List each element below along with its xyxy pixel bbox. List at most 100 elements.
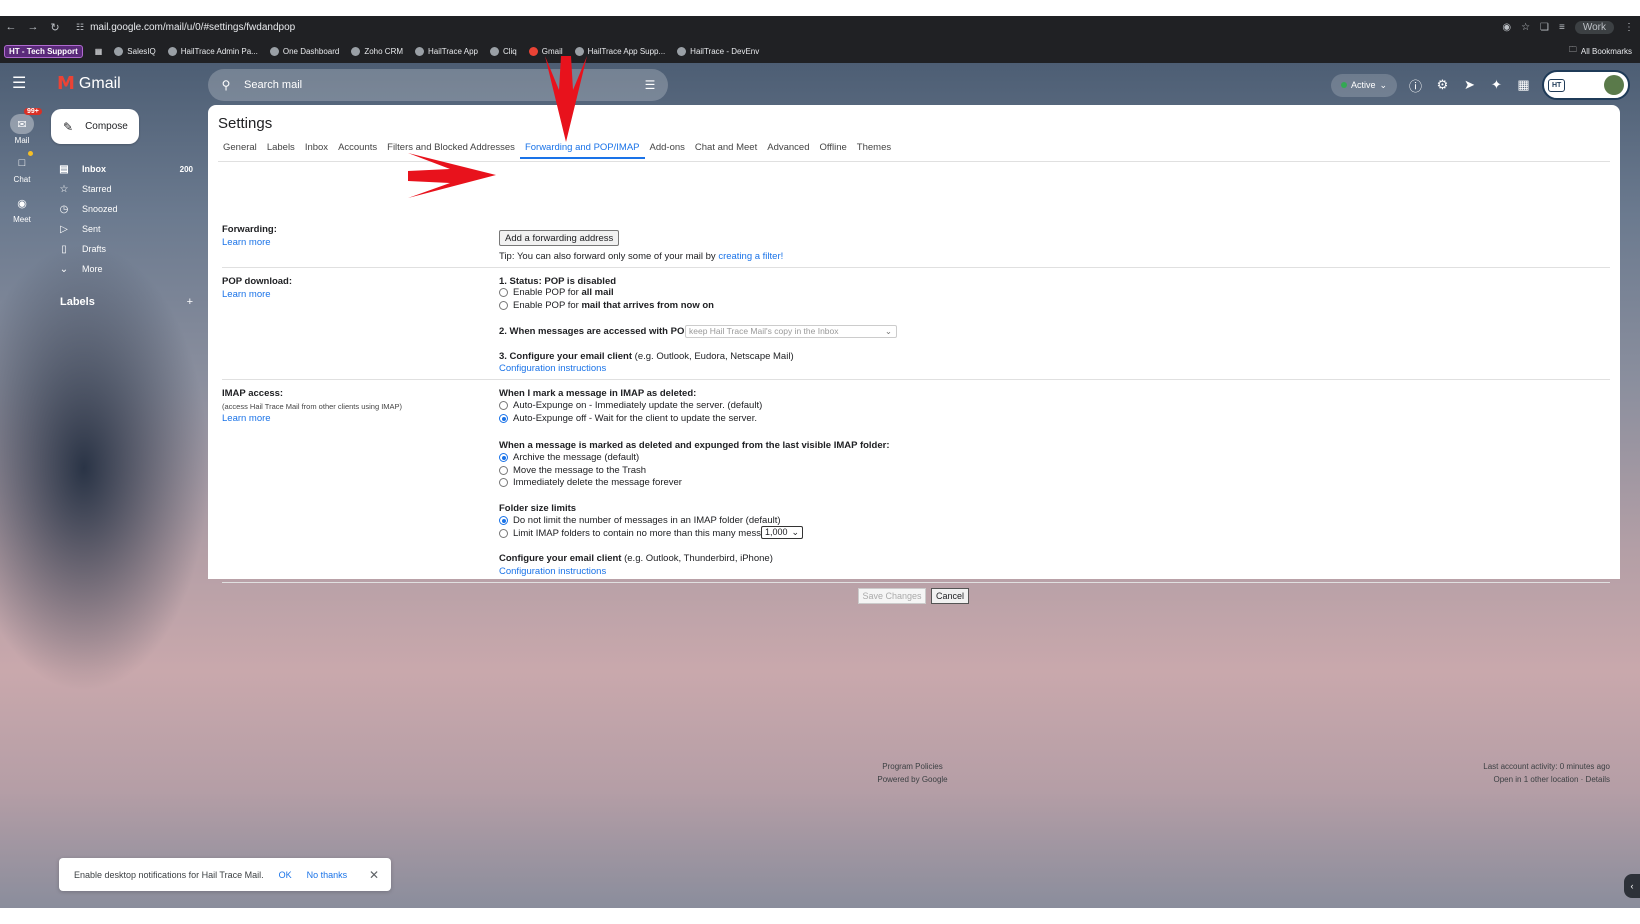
filter-options-icon[interactable]: ☰ (632, 78, 668, 92)
creating-filter-link[interactable]: creating a filter! (718, 251, 783, 262)
powered-by-text: Powered by Google (877, 775, 948, 784)
bookmark-item[interactable]: One Dashboard (269, 46, 339, 56)
bookmark-item[interactable]: SalesIQ (114, 46, 156, 56)
bookmark-favicon-icon (677, 46, 687, 56)
imap-expunged-header: When a message is marked as deleted and … (499, 440, 890, 451)
gear-icon[interactable]: ⚙ (1434, 77, 1451, 93)
cancel-button[interactable]: Cancel (931, 588, 969, 604)
tab-inbox[interactable]: Inbox (300, 139, 333, 159)
add-label-icon[interactable]: + (187, 296, 193, 308)
organization-logo: HT (1548, 78, 1566, 92)
browser-menu-icon[interactable]: ⋮ (1624, 22, 1634, 33)
apps-grid-icon[interactable]: ▦ (1515, 77, 1532, 93)
pop-all-mail-radio[interactable]: Enable POP for all mail (499, 287, 614, 298)
forwarding-tip: Tip: You can also forward only some of y… (499, 251, 784, 262)
imap-learn-more-link[interactable]: Learn more (222, 413, 271, 424)
sidebar-item-sent[interactable]: ▷ Sent (58, 220, 193, 238)
video-icon: ◉ (17, 197, 27, 210)
bottom-margin (0, 908, 1640, 924)
close-icon[interactable]: ✕ (369, 868, 379, 882)
sidebar-item-snoozed[interactable]: ◷ Snoozed (58, 200, 193, 218)
notification-no-thanks-button[interactable]: No thanks (307, 870, 348, 880)
imap-label: IMAP access: (222, 388, 284, 399)
forward-icon[interactable]: → (22, 16, 44, 38)
bookmark-item[interactable]: HT - Tech Support (4, 44, 83, 58)
activity-details-link[interactable]: Open in 1 other location · Details (1483, 773, 1610, 786)
gemini-nav-icon[interactable]: ➤ (1461, 77, 1478, 93)
tab-offline[interactable]: Offline (815, 139, 852, 159)
imap-config-instructions-link[interactable]: Configuration instructions (499, 566, 606, 577)
bookmark-item[interactable]: Zoho CRM (351, 46, 403, 56)
top-margin (0, 0, 1640, 16)
folder-icon: 🗀 (1568, 45, 1577, 54)
bookmark-item[interactable]: Cliq (489, 46, 517, 56)
account-activity: Last account activity: 0 minutes ago Ope… (1483, 760, 1610, 786)
pop-status: 1. Status: POP is disabled (499, 276, 617, 287)
bookmark-favicon-icon (489, 46, 499, 56)
tab-chat-meet[interactable]: Chat and Meet (690, 139, 762, 159)
site-info-icon[interactable]: ☷ (76, 22, 84, 33)
bookmark-item[interactable]: HailTrace Admin Pa... (167, 46, 258, 56)
all-bookmarks[interactable]: 🗀 All Bookmarks (1569, 40, 1632, 62)
bookmark-item[interactable]: HailTrace App (415, 46, 478, 56)
divider (222, 379, 1610, 380)
back-icon[interactable]: ← (0, 16, 22, 38)
sidebar-item-more[interactable]: ⌄ More (58, 260, 193, 278)
auto-expunge-on-radio[interactable]: Auto-Expunge on - Immediately update the… (499, 400, 762, 411)
eye-icon[interactable]: ◉ (1502, 22, 1511, 33)
tab-add-ons[interactable]: Add-ons (645, 139, 690, 159)
no-folder-limit-radio[interactable]: Do not limit the number of messages in a… (499, 515, 781, 526)
status-selector[interactable]: Active ⌄ (1330, 73, 1397, 97)
tab-labels[interactable]: Labels (262, 139, 300, 159)
annotation-arrow-shape (545, 56, 587, 142)
address-bar[interactable]: ☷ mail.google.com/mail/u/0/#settings/fwd… (76, 18, 1496, 36)
help-icon[interactable]: ⓘ (1407, 76, 1424, 95)
tab-general[interactable]: General (218, 139, 262, 159)
move-to-trash-radio[interactable]: Move the message to the Trash (499, 465, 646, 476)
compose-button[interactable]: ✎ Compose (51, 109, 139, 144)
forwarding-learn-more-link[interactable]: Learn more (222, 237, 271, 248)
pop-action-select[interactable]: keep Hail Trace Mail's copy in the Inbox… (685, 325, 897, 338)
main-menu-icon[interactable]: ☰ (12, 75, 30, 93)
pop-config-instructions-link[interactable]: Configuration instructions (499, 363, 606, 374)
folder-limit-select[interactable]: 1,000 ⌄ (761, 526, 803, 539)
delete-forever-radio[interactable]: Immediately delete the message forever (499, 477, 682, 488)
notification-ok-button[interactable]: OK (279, 870, 292, 880)
archive-message-radio[interactable]: Archive the message (default) (499, 452, 639, 463)
profile-button[interactable]: Work (1574, 20, 1614, 34)
rail-mail[interactable]: ✉ 99+ Mail (4, 108, 42, 145)
pop-learn-more-link[interactable]: Learn more (222, 289, 271, 300)
apps-grid-icon[interactable]: ▦ (95, 47, 103, 56)
sidebar-item-starred[interactable]: ☆ Starred (58, 180, 193, 198)
browser-actions: ◉ ☆ ❏ ≡ Work ⋮ (1502, 16, 1634, 38)
sidebar-item-drafts[interactable]: ▯ Drafts (58, 240, 193, 258)
side-panel-toggle-icon[interactable]: ‹ (1624, 874, 1640, 898)
auto-expunge-off-radio[interactable]: Auto-Expunge off - Wait for the client t… (499, 413, 757, 424)
gmail-logo[interactable]: M Gmail (57, 73, 121, 94)
tab-advanced[interactable]: Advanced (762, 139, 814, 159)
radio-icon (499, 478, 508, 487)
rail-chat[interactable]: □ Chat (4, 151, 40, 184)
tab-accounts[interactable]: Accounts (333, 139, 382, 159)
account-button[interactable]: HT (1542, 70, 1630, 100)
program-policies-link[interactable]: Program Policies (860, 760, 965, 773)
add-forwarding-address-button[interactable]: Add a forwarding address (499, 230, 620, 246)
reload-icon[interactable]: ↻ (44, 16, 66, 38)
save-changes-button[interactable]: Save Changes (858, 588, 926, 604)
tab-themes[interactable]: Themes (852, 139, 896, 159)
bookmark-item[interactable]: HailTrace App Supp... (574, 46, 665, 56)
bookmark-item[interactable]: HailTrace - DevEnv (677, 46, 759, 56)
media-icon[interactable]: ≡ (1559, 22, 1565, 33)
pop-from-now-radio[interactable]: Enable POP for mail that arrives from no… (499, 300, 714, 311)
search-bar[interactable]: ⚲ ☰ (208, 69, 668, 101)
extensions-icon[interactable]: ❏ (1540, 22, 1549, 33)
limit-folder-radio[interactable]: Limit IMAP folders to contain no more th… (499, 528, 782, 539)
imap-client-label: Configure your email client (e.g. Outloo… (499, 553, 773, 564)
sparkle-icon[interactable]: ✦ (1488, 77, 1505, 93)
pop-label: POP download: (222, 276, 293, 287)
rail-meet[interactable]: ◉ Meet (4, 193, 40, 225)
bookmark-item[interactable]: Gmail (528, 46, 563, 56)
sidebar-item-inbox[interactable]: ▤ Inbox 200 (58, 160, 193, 178)
bookmark-star-icon[interactable]: ☆ (1521, 22, 1530, 33)
search-icon[interactable]: ⚲ (208, 78, 244, 92)
